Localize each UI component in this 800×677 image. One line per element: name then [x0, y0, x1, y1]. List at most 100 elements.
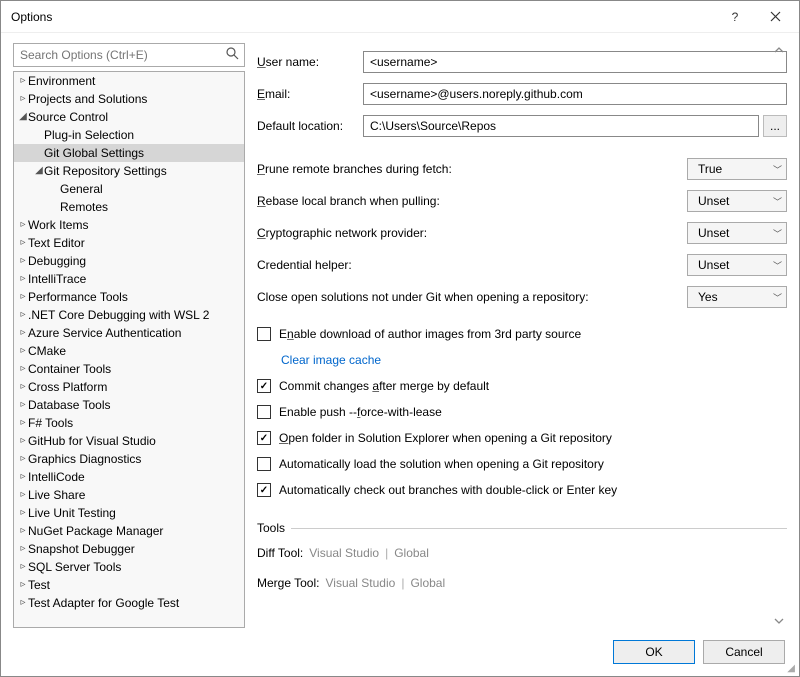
expand-collapse-icon[interactable]: ▹	[18, 594, 28, 612]
expand-collapse-icon[interactable]: ▹	[18, 360, 28, 378]
tree-item[interactable]: ▹F# Tools	[14, 414, 244, 432]
expand-collapse-icon[interactable]: ▹	[18, 396, 28, 414]
tree-item[interactable]: ▹GitHub for Visual Studio	[14, 432, 244, 450]
diff-tool-vs-option[interactable]: Visual Studio	[309, 546, 379, 560]
tree-item[interactable]: ▹Cross Platform	[14, 378, 244, 396]
tree-item-label: Git Repository Settings	[44, 162, 167, 180]
default-location-input[interactable]	[363, 115, 759, 137]
ok-button[interactable]: OK	[613, 640, 695, 664]
rebase-dropdown[interactable]: Unset﹀	[687, 190, 787, 212]
tree-item-label: Debugging	[28, 252, 86, 270]
username-input[interactable]	[363, 51, 787, 73]
credhelper-dropdown[interactable]: Unset﹀	[687, 254, 787, 276]
expand-collapse-icon[interactable]: ▹	[18, 378, 28, 396]
tree-item[interactable]: ▹Projects and Solutions	[14, 90, 244, 108]
commit-after-merge-label: Commit changes after merge by default	[279, 379, 489, 393]
tree-item[interactable]: ▹IntelliTrace	[14, 270, 244, 288]
expand-collapse-icon[interactable]: ◢	[18, 108, 28, 126]
close-button[interactable]	[755, 3, 795, 31]
search-input[interactable]	[13, 43, 245, 67]
expand-collapse-icon[interactable]: ▹	[18, 522, 28, 540]
tree-item-label: Work Items	[28, 216, 88, 234]
auto-load-label: Automatically load the solution when ope…	[279, 457, 604, 471]
browse-button[interactable]: ...	[763, 115, 787, 137]
enable-download-checkbox[interactable]	[257, 327, 271, 341]
tree-item[interactable]: ▹Graphics Diagnostics	[14, 450, 244, 468]
tree-item[interactable]: General	[14, 180, 244, 198]
expand-collapse-icon[interactable]: ▹	[18, 576, 28, 594]
expand-collapse-icon[interactable]: ▹	[18, 72, 28, 90]
expand-collapse-icon[interactable]: ▹	[18, 90, 28, 108]
clear-image-cache-link[interactable]: Clear image cache	[281, 353, 381, 367]
tree-item-label: NuGet Package Manager	[28, 522, 163, 540]
tree-item[interactable]: ▹Database Tools	[14, 396, 244, 414]
expand-collapse-icon[interactable]: ▹	[18, 234, 28, 252]
tree-item-label: Live Unit Testing	[28, 504, 116, 522]
expand-collapse-icon[interactable]: ▹	[18, 306, 28, 324]
tree-item[interactable]: ▹Text Editor	[14, 234, 244, 252]
options-tree[interactable]: ▹Environment▹Projects and Solutions◢Sour…	[14, 72, 244, 627]
prune-dropdown[interactable]: True﹀	[687, 158, 787, 180]
tree-item[interactable]: ▹Environment	[14, 72, 244, 90]
tree-item-label: Plug-in Selection	[44, 126, 134, 144]
merge-tool-global-option[interactable]: Global	[410, 576, 445, 590]
expand-collapse-icon[interactable]: ▹	[18, 450, 28, 468]
tree-item[interactable]: ▹Test	[14, 576, 244, 594]
diff-tool-global-option[interactable]: Global	[394, 546, 429, 560]
email-input[interactable]	[363, 83, 787, 105]
auto-checkout-label: Automatically check out branches with do…	[279, 483, 617, 497]
expand-collapse-icon[interactable]: ▹	[18, 252, 28, 270]
help-button[interactable]: ?	[715, 3, 755, 31]
open-folder-checkbox[interactable]	[257, 431, 271, 445]
closeopen-dropdown[interactable]: Yes﹀	[687, 286, 787, 308]
expand-collapse-icon[interactable]: ▹	[18, 558, 28, 576]
tree-item[interactable]: ◢Git Repository Settings	[14, 162, 244, 180]
crypto-dropdown[interactable]: Unset﹀	[687, 222, 787, 244]
tree-item-label: IntelliTrace	[28, 270, 86, 288]
search-box[interactable]	[13, 43, 245, 67]
expand-collapse-icon[interactable]: ▹	[18, 216, 28, 234]
auto-checkout-checkbox[interactable]	[257, 483, 271, 497]
scroll-down-button[interactable]	[771, 614, 787, 628]
push-force-checkbox[interactable]	[257, 405, 271, 419]
expand-collapse-icon[interactable]: ◢	[34, 162, 44, 180]
tree-item[interactable]: Plug-in Selection	[14, 126, 244, 144]
expand-collapse-icon[interactable]: ▹	[18, 504, 28, 522]
tree-item[interactable]: Git Global Settings	[14, 144, 244, 162]
tree-item[interactable]: ▹Performance Tools	[14, 288, 244, 306]
scroll-up-button[interactable]	[771, 43, 787, 57]
tree-item[interactable]: ▹Azure Service Authentication	[14, 324, 244, 342]
tree-item[interactable]: ▹SQL Server Tools	[14, 558, 244, 576]
tree-item[interactable]: Remotes	[14, 198, 244, 216]
expand-collapse-icon[interactable]: ▹	[18, 324, 28, 342]
expand-collapse-icon[interactable]: ▹	[18, 270, 28, 288]
tree-item[interactable]: ▹Live Unit Testing	[14, 504, 244, 522]
expand-collapse-icon[interactable]: ▹	[18, 468, 28, 486]
expand-collapse-icon[interactable]: ▹	[18, 486, 28, 504]
tree-item[interactable]: ▹CMake	[14, 342, 244, 360]
tree-item-label: Container Tools	[28, 360, 111, 378]
commit-after-merge-checkbox[interactable]	[257, 379, 271, 393]
tree-item[interactable]: ▹Snapshot Debugger	[14, 540, 244, 558]
merge-tool-vs-option[interactable]: Visual Studio	[325, 576, 395, 590]
separator-icon: |	[401, 576, 404, 590]
expand-collapse-icon[interactable]: ▹	[18, 342, 28, 360]
expand-collapse-icon[interactable]: ▹	[18, 288, 28, 306]
crypto-label: Cryptographic network provider:	[257, 226, 687, 240]
tree-item[interactable]: ▹Debugging	[14, 252, 244, 270]
expand-collapse-icon[interactable]: ▹	[18, 432, 28, 450]
tree-item[interactable]: ▹Container Tools	[14, 360, 244, 378]
tree-item[interactable]: ◢Source Control	[14, 108, 244, 126]
tree-item[interactable]: ▹Test Adapter for Google Test	[14, 594, 244, 612]
cancel-button[interactable]: Cancel	[703, 640, 785, 664]
chevron-down-icon: ﹀	[773, 259, 782, 272]
expand-collapse-icon[interactable]: ▹	[18, 414, 28, 432]
tree-item[interactable]: ▹IntelliCode	[14, 468, 244, 486]
tree-item[interactable]: ▹.NET Core Debugging with WSL 2	[14, 306, 244, 324]
tree-item[interactable]: ▹Live Share	[14, 486, 244, 504]
expand-collapse-icon[interactable]: ▹	[18, 540, 28, 558]
tree-item[interactable]: ▹Work Items	[14, 216, 244, 234]
resize-grip-icon[interactable]: ◢	[787, 663, 795, 674]
auto-load-checkbox[interactable]	[257, 457, 271, 471]
tree-item[interactable]: ▹NuGet Package Manager	[14, 522, 244, 540]
